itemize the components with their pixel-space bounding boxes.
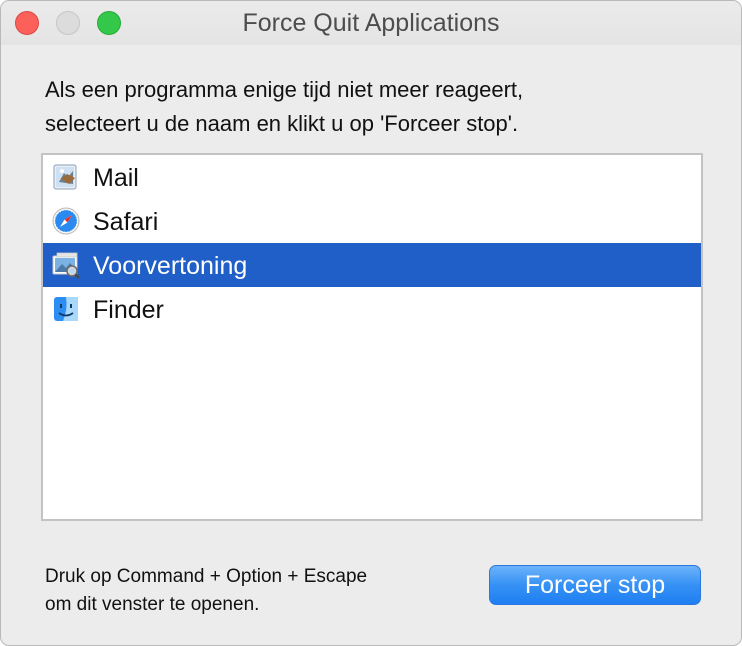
window-title: Force Quit Applications: [242, 9, 500, 37]
shortcut-hint-line-2: om dit venster te openen.: [45, 594, 260, 615]
app-row-voorvertoning[interactable]: Voorvertoning: [43, 243, 701, 287]
app-name: Safari: [93, 208, 159, 236]
shortcut-hint-line-1: Druk op Command + Option + Escape: [45, 566, 368, 587]
finder-icon: [51, 294, 81, 324]
app-row-mail[interactable]: Mail: [43, 155, 701, 199]
application-list[interactable]: Mail Safari Voorvertoning Finder: [41, 153, 703, 521]
preview-icon: [51, 250, 81, 280]
instruction-line-1: Als een programma enige tijd niet meer r…: [45, 77, 524, 102]
app-name: Voorvertoning: [93, 252, 248, 280]
app-row-finder[interactable]: Finder: [43, 287, 701, 331]
title-bar: Force Quit Applications: [1, 1, 741, 45]
instruction-text: Als een programma enige tijd niet meer r…: [45, 73, 705, 141]
force-quit-window: Force Quit Applications Als een programm…: [0, 0, 742, 646]
force-quit-button[interactable]: Forceer stop: [489, 565, 701, 605]
app-name: Finder: [93, 296, 164, 324]
mail-icon: [51, 162, 81, 192]
safari-icon: [51, 206, 81, 236]
instruction-line-2: selecteert u de naam en klikt u op 'Forc…: [45, 111, 519, 136]
app-name: Mail: [93, 164, 139, 192]
shortcut-hint: Druk op Command + Option + Escape om dit…: [45, 563, 367, 619]
app-row-safari[interactable]: Safari: [43, 199, 701, 243]
